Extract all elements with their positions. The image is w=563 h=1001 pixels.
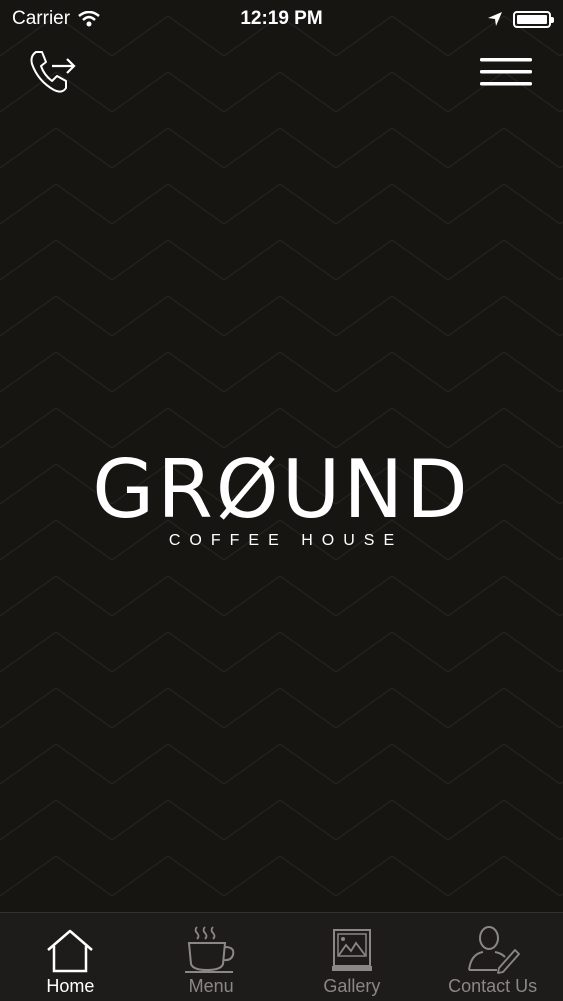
chevron-line: [0, 127, 563, 169]
wifi-icon: [78, 11, 100, 27]
tab-home-label: Home: [46, 976, 95, 996]
brand-logo: GRØUND COFFEE HOUSE: [0, 450, 563, 550]
phone-forward-icon: [30, 51, 76, 93]
chevron-line: [0, 407, 563, 449]
tab-gallery[interactable]: Gallery: [282, 913, 423, 1001]
status-right: [487, 10, 554, 28]
chevron-line: [0, 351, 563, 393]
chevron-line: [0, 855, 563, 897]
tab-menu[interactable]: Menu: [141, 913, 282, 1001]
tab-contact-us-label: Contact Us: [448, 976, 538, 996]
chevron-line: [0, 631, 563, 673]
tab-menu-label: Menu: [188, 976, 234, 996]
chevron-line: [0, 799, 563, 841]
chevron-line: [0, 575, 563, 617]
call-button[interactable]: [26, 48, 80, 98]
tab-gallery-label: Gallery: [323, 976, 381, 996]
home-icon: [47, 929, 94, 973]
chevron-line: [0, 743, 563, 785]
logo-subtitle: COFFEE HOUSE: [168, 532, 404, 549]
gallery-icon: [331, 929, 372, 971]
tab-bar: Home Menu Gallery Contact Us: [0, 912, 563, 1001]
contact-icon: [467, 926, 520, 974]
battery-icon: [513, 10, 554, 28]
chevron-line: [0, 295, 563, 337]
location-arrow-icon: [488, 12, 502, 26]
logo-title: GRØUND: [92, 443, 471, 536]
status-left: Carrier: [12, 8, 100, 30]
carrier-label: Carrier: [12, 8, 71, 29]
tab-home[interactable]: Home: [0, 913, 141, 1001]
chevron-line: [0, 183, 563, 225]
coffee-cup-icon: [185, 926, 235, 973]
tab-contact-us[interactable]: Contact Us: [422, 913, 563, 1001]
hamburger-menu-icon: [480, 58, 532, 86]
hamburger-menu-button[interactable]: [478, 56, 534, 88]
chevron-line: [0, 687, 563, 729]
status-bar: Carrier 12:19 PM: [0, 0, 563, 38]
chevron-line: [0, 239, 563, 281]
